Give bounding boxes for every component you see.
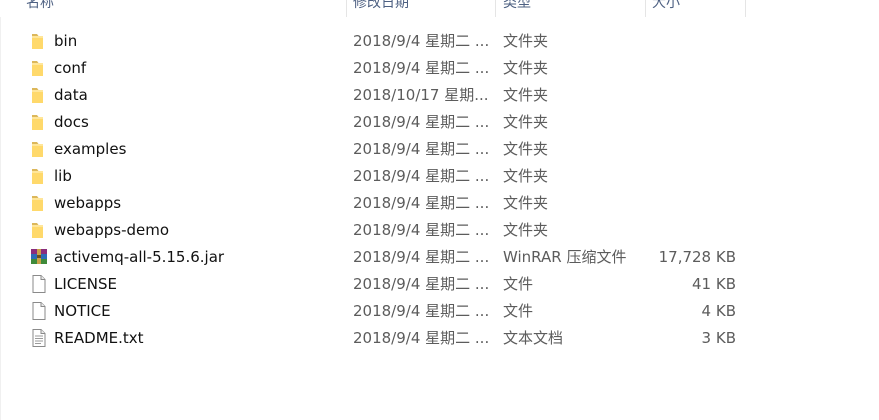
file-name: docs xyxy=(54,113,89,131)
column-header-size[interactable]: 大小 xyxy=(652,0,742,17)
folder-icon xyxy=(30,166,48,186)
column-divider[interactable] xyxy=(346,0,347,17)
file-type: WinRAR 压缩文件 xyxy=(503,248,627,266)
folder-icon xyxy=(30,193,48,213)
file-modified-date: 2018/9/4 星期二 ... xyxy=(353,275,490,293)
file-size: 17,728 KB xyxy=(658,248,736,266)
file-size xyxy=(646,217,736,244)
file-row[interactable]: conf 2018/9/4 星期二 ... 文件夹 xyxy=(0,55,879,82)
column-header-bar: 名称 修改日期 类型 大小 xyxy=(0,0,879,17)
file-name: README.txt xyxy=(54,329,144,347)
file-size xyxy=(646,28,736,55)
folder-icon xyxy=(30,31,48,51)
file-size: 4 KB xyxy=(701,302,736,320)
file-type: 文件夹 xyxy=(503,86,549,104)
file-name: webapps-demo xyxy=(54,221,170,239)
file-type: 文件夹 xyxy=(503,32,549,50)
file-row[interactable]: NOTICE 2018/9/4 星期二 ... 文件 4 KB xyxy=(0,298,879,325)
column-divider[interactable] xyxy=(745,0,746,17)
file-modified-date: 2018/9/4 星期二 ... xyxy=(353,113,490,131)
file-name: data xyxy=(54,86,88,104)
file-name: webapps xyxy=(54,194,122,212)
file-type: 文件夹 xyxy=(503,194,549,212)
file-size xyxy=(646,136,736,163)
file-modified-date: 2018/9/4 星期二 ... xyxy=(353,140,490,158)
file-name: lib xyxy=(54,167,72,185)
file-modified-date: 2018/9/4 星期二 ... xyxy=(353,32,490,50)
file-type: 文件夹 xyxy=(503,140,549,158)
file-list: bin 2018/9/4 星期二 ... 文件夹 conf 2018/9/4 星期二 .… xyxy=(0,28,879,352)
column-divider[interactable] xyxy=(645,0,646,17)
file-type: 文件夹 xyxy=(503,167,549,185)
file-row[interactable]: webapps-demo 2018/9/4 星期二 ... 文件夹 xyxy=(0,217,879,244)
folder-icon xyxy=(30,220,48,240)
file-icon xyxy=(30,274,48,294)
file-type: 文件夹 xyxy=(503,59,549,77)
file-row[interactable]: bin 2018/9/4 星期二 ... 文件夹 xyxy=(0,28,879,55)
folder-icon xyxy=(30,112,48,132)
file-type: 文件 xyxy=(503,275,534,293)
file-row[interactable]: examples 2018/9/4 星期二 ... 文件夹 xyxy=(0,136,879,163)
text-document-icon xyxy=(30,328,48,348)
file-name: activemq-all-5.15.6.jar xyxy=(54,248,225,266)
file-size xyxy=(646,82,736,109)
file-row[interactable]: activemq-all-5.15.6.jar 2018/9/4 星期二 ... W… xyxy=(0,244,879,271)
folder-icon xyxy=(30,139,48,159)
file-size xyxy=(646,163,736,190)
file-size: 41 KB xyxy=(692,275,736,293)
column-header-date[interactable]: 修改日期 xyxy=(353,0,493,17)
column-header-name[interactable]: 名称 xyxy=(26,0,346,17)
file-name: examples xyxy=(54,140,127,158)
file-size xyxy=(646,55,736,82)
file-row[interactable]: LICENSE 2018/9/4 星期二 ... 文件 41 KB xyxy=(0,271,879,298)
folder-icon xyxy=(30,85,48,105)
file-name: conf xyxy=(54,59,87,77)
file-size xyxy=(646,190,736,217)
file-row[interactable]: README.txt 2018/9/4 星期二 ... 文本文档 3 KB xyxy=(0,325,879,352)
file-icon xyxy=(30,301,48,321)
file-modified-date: 2018/10/17 星期... xyxy=(353,86,489,104)
column-header-type[interactable]: 类型 xyxy=(503,0,643,17)
file-name: NOTICE xyxy=(54,302,111,320)
file-name: bin xyxy=(54,32,78,50)
file-modified-date: 2018/9/4 星期二 ... xyxy=(353,59,490,77)
file-modified-date: 2018/9/4 星期二 ... xyxy=(353,248,490,266)
file-row[interactable]: lib 2018/9/4 星期二 ... 文件夹 xyxy=(0,163,879,190)
file-type: 文本文档 xyxy=(503,329,564,347)
file-modified-date: 2018/9/4 星期二 ... xyxy=(353,302,490,320)
folder-icon xyxy=(30,58,48,78)
file-type: 文件 xyxy=(503,302,534,320)
file-modified-date: 2018/9/4 星期二 ... xyxy=(353,167,490,185)
file-name: LICENSE xyxy=(54,275,117,293)
file-modified-date: 2018/9/4 星期二 ... xyxy=(353,329,490,347)
column-divider[interactable] xyxy=(495,0,496,17)
file-row[interactable]: data 2018/10/17 星期... 文件夹 xyxy=(0,82,879,109)
file-row[interactable]: webapps 2018/9/4 星期二 ... 文件夹 xyxy=(0,190,879,217)
file-modified-date: 2018/9/4 星期二 ... xyxy=(353,221,490,239)
file-size xyxy=(646,109,736,136)
file-type: 文件夹 xyxy=(503,221,549,239)
winrar-archive-icon xyxy=(30,247,48,267)
file-size: 3 KB xyxy=(701,329,736,347)
file-modified-date: 2018/9/4 星期二 ... xyxy=(353,194,490,212)
file-row[interactable]: docs 2018/9/4 星期二 ... 文件夹 xyxy=(0,109,879,136)
file-type: 文件夹 xyxy=(503,113,549,131)
